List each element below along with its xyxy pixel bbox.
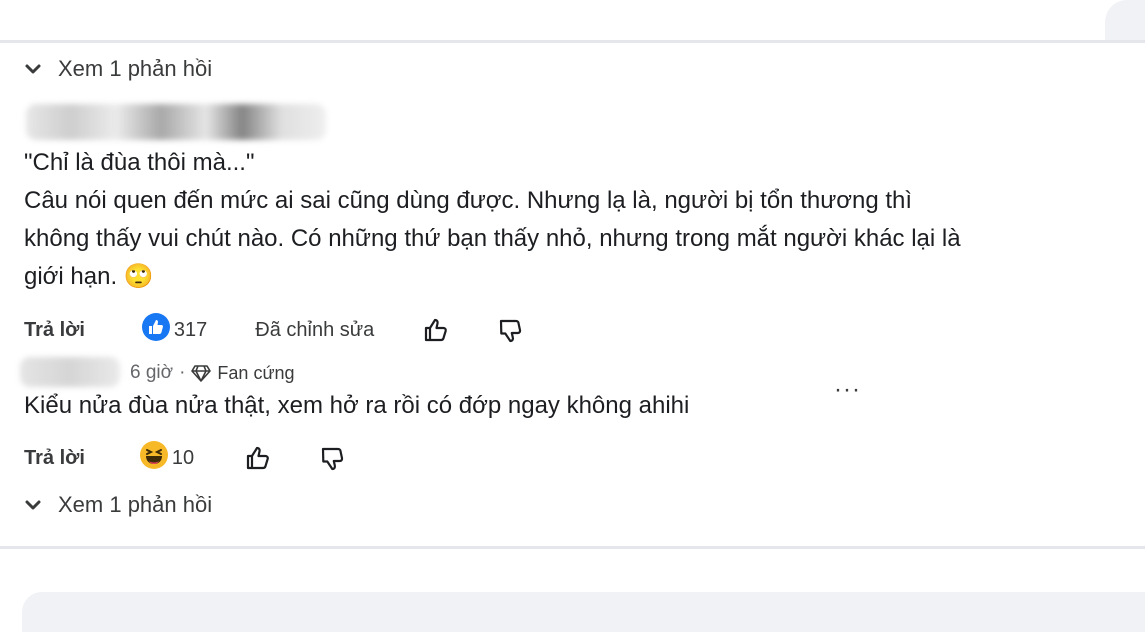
chevron-down-icon (24, 496, 42, 514)
top-bar (0, 0, 1145, 43)
edited-label: Đã chỉnh sửa (255, 318, 375, 341)
diamond-icon (191, 364, 212, 382)
reaction-summary[interactable]: 10 (139, 440, 194, 476)
chevron-down-icon (24, 60, 42, 78)
view-replies-top[interactable]: Xem 1 phản hồi (24, 56, 212, 82)
view-replies-bottom[interactable]: Xem 1 phản hồi (24, 492, 212, 518)
eye-roll-emoji-icon: 🙄 (123, 263, 154, 290)
view-replies-label: Xem 1 phản hồi (58, 492, 213, 517)
author-name-blurred[interactable] (20, 357, 120, 387)
fan-badge: Fan cứng (217, 362, 295, 383)
comment-2-text: Kiểu nửa đùa nửa thật, xem hở ra rồi có … (24, 392, 690, 419)
comment-input-box[interactable] (22, 592, 1145, 632)
comment-1-quote: "Chỉ là đùa thôi mà..." (24, 149, 255, 176)
comment-time[interactable]: 6 giờ (130, 362, 173, 384)
reply-button[interactable]: Trả lời (24, 319, 85, 342)
reply-button[interactable]: Trả lời (24, 447, 85, 470)
section-divider (0, 546, 1145, 549)
top-corner (1105, 0, 1145, 40)
reaction-summary[interactable]: 317 (141, 312, 207, 348)
comment-2-body: Kiểu nửa đùa nửa thật, xem hở ra rồi có … (24, 387, 1084, 425)
thumbs-up-icon[interactable] (422, 316, 450, 344)
like-icon (141, 312, 171, 348)
reaction-count: 10 (171, 446, 195, 469)
comment-1-body: "Chỉ là đùa thôi mà..." Câu nói quen đến… (24, 144, 1084, 296)
meta-separator: · (179, 362, 186, 383)
comment-1-actions: Trả lời 317 Đã chỉnh sửa (24, 312, 524, 348)
comment-1-last-line: giới hạn. 🙄 (24, 258, 1084, 296)
thumbs-down-icon[interactable] (318, 444, 346, 472)
comment-1-line: Câu nói quen đến mức ai sai cũng dùng đư… (24, 187, 913, 214)
comment-2-meta: 6 giờ · Fan cứng (130, 362, 295, 384)
comment-1-line: giới hạn. (24, 263, 118, 290)
view-replies-label: Xem 1 phản hồi (58, 56, 213, 81)
comment-1-line: không thấy vui chút nào. Có những thứ bạ… (24, 225, 961, 252)
thumbs-up-icon[interactable] (244, 444, 272, 472)
thumbs-down-icon[interactable] (496, 316, 524, 344)
author-name-blurred[interactable] (26, 104, 326, 140)
comment-2-actions: Trả lời 10 (24, 440, 346, 476)
reaction-count: 317 (173, 318, 208, 341)
haha-icon (139, 440, 169, 476)
